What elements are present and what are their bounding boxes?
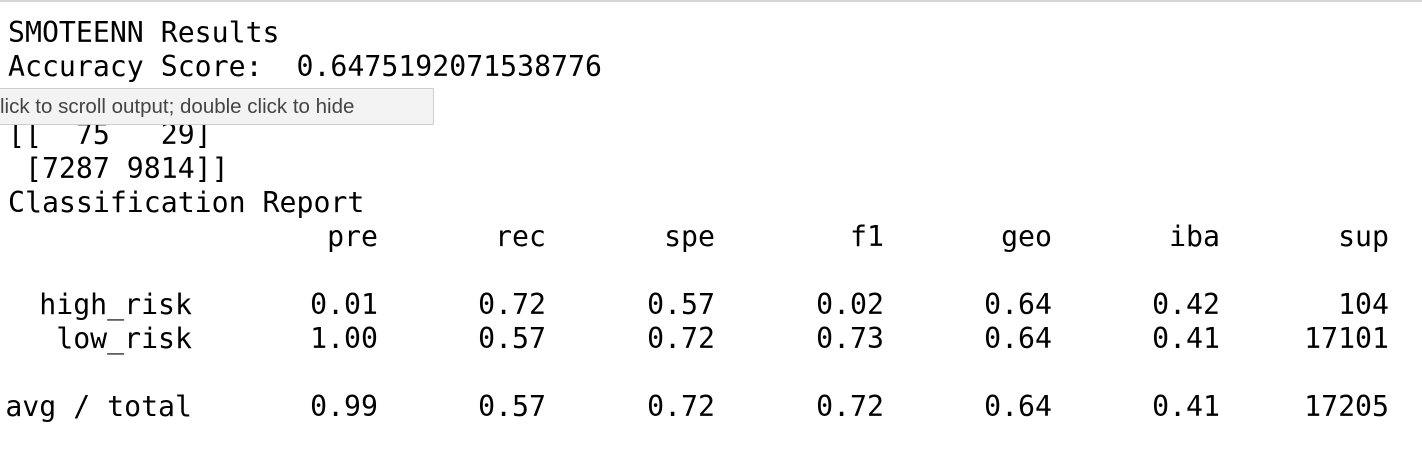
report-cell: 104 [1338, 288, 1389, 321]
report-cell: 0.64 [984, 390, 1052, 423]
report-header-iba: iba [1169, 220, 1220, 253]
results-title: SMOTEENN Results [8, 16, 280, 49]
report-cell: 1.00 [310, 322, 378, 355]
report-cell: 0.72 [478, 288, 546, 321]
report-cell: 0.72 [647, 322, 715, 355]
report-row-label-high-risk: high_risk [39, 288, 192, 321]
report-cell: 0.57 [647, 288, 715, 321]
report-cell: 0.57 [478, 390, 546, 423]
cell-output-area[interactable]: SMOTEENN Results Accuracy Score: 0.64751… [5, 0, 1422, 460]
report-cell: 0.99 [310, 390, 378, 423]
report-cell: 0.01 [310, 288, 378, 321]
confusion-matrix-row-2: [7287 9814]] [8, 152, 229, 185]
accuracy-score-line: Accuracy Score: 0.6475192071538776 [8, 50, 602, 83]
report-cell: 0.72 [647, 390, 715, 423]
report-header-geo: geo [1001, 220, 1052, 253]
report-cell: 0.42 [1152, 288, 1220, 321]
scroll-output-tooltip: lick to scroll output; double click to h… [0, 88, 434, 125]
report-cell: 0.64 [984, 288, 1052, 321]
report-cell: 0.41 [1152, 322, 1220, 355]
report-cell: 17101 [1304, 322, 1389, 355]
report-cell: 0.02 [816, 288, 884, 321]
report-cell: 0.41 [1152, 390, 1220, 423]
report-cell: 17205 [1304, 390, 1389, 423]
report-cell: 0.57 [478, 322, 546, 355]
report-cell: 0.73 [816, 322, 884, 355]
report-cell: 0.72 [816, 390, 884, 423]
report-header-rec: rec [495, 220, 546, 253]
report-row-label-low-risk: low_risk [56, 322, 192, 355]
report-row-label-avg-total: avg / total [5, 390, 192, 423]
report-header-f1: f1 [850, 220, 884, 253]
report-cell: 0.64 [984, 322, 1052, 355]
report-header-sup: sup [1338, 220, 1389, 253]
classification-report-heading: Classification Report [8, 186, 365, 219]
report-header-pre: pre [327, 220, 378, 253]
report-header-spe: spe [664, 220, 715, 253]
